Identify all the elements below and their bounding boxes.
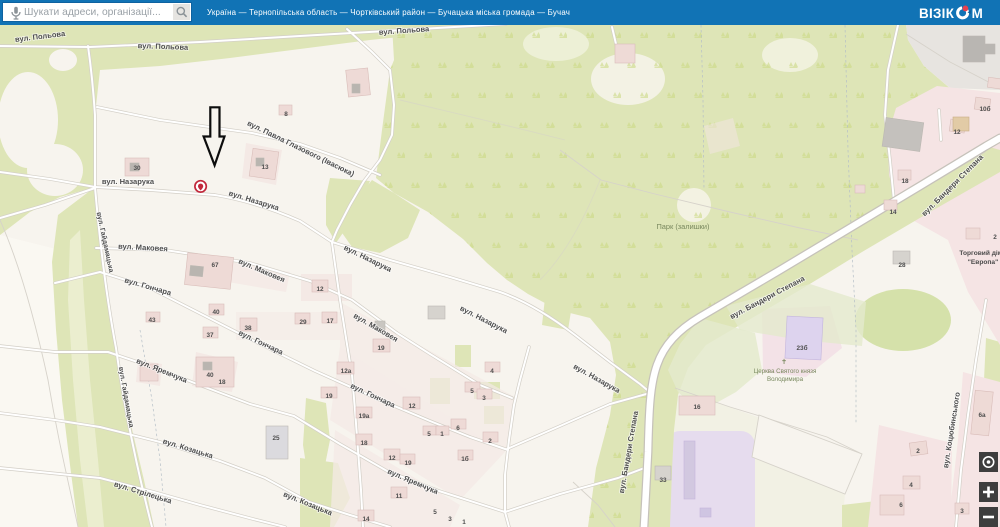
svg-text:2: 2	[488, 438, 492, 445]
svg-text:14: 14	[889, 209, 897, 216]
svg-text:ВІЗІК: ВІЗІК	[919, 6, 955, 21]
svg-text:2: 2	[993, 234, 997, 241]
svg-text:вул. Польова: вул. Польова	[138, 41, 190, 52]
svg-text:11: 11	[396, 493, 403, 500]
svg-text:1б: 1б	[461, 455, 469, 463]
svg-text:5: 5	[427, 431, 431, 438]
svg-text:вул. Назарука: вул. Назарука	[102, 177, 155, 186]
svg-text:5: 5	[470, 388, 474, 395]
svg-text:19а: 19а	[359, 413, 370, 420]
svg-text:10б: 10б	[979, 105, 990, 113]
svg-text:18: 18	[360, 440, 368, 447]
svg-text:6: 6	[899, 502, 903, 509]
svg-text:1: 1	[462, 519, 466, 526]
svg-text:8: 8	[284, 111, 288, 118]
svg-text:25: 25	[272, 435, 280, 442]
svg-text:3: 3	[482, 395, 486, 402]
svg-text:23б: 23б	[796, 344, 807, 352]
svg-text:4: 4	[490, 368, 494, 375]
svg-text:18: 18	[901, 178, 909, 185]
svg-text:12а: 12а	[341, 368, 352, 375]
svg-text:17: 17	[326, 318, 334, 325]
svg-text:33: 33	[659, 477, 667, 484]
svg-text:М: М	[972, 6, 983, 21]
svg-text:2: 2	[916, 448, 920, 455]
svg-text:Парк (залишки): Парк (залишки)	[657, 222, 710, 231]
svg-text:12: 12	[388, 455, 396, 462]
svg-text:37: 37	[206, 332, 214, 339]
svg-text:"Европа": "Европа"	[968, 259, 998, 266]
svg-text:5: 5	[433, 509, 437, 516]
svg-text:12: 12	[316, 286, 324, 293]
svg-text:6: 6	[456, 425, 460, 432]
svg-text:19: 19	[377, 345, 385, 352]
svg-text:Торговий дім: Торговий дім	[959, 249, 1000, 257]
svg-text:67: 67	[211, 262, 219, 269]
svg-text:6а: 6а	[978, 412, 986, 419]
svg-text:1: 1	[440, 431, 444, 438]
svg-text:4: 4	[909, 482, 913, 489]
svg-text:Володимира: Володимира	[767, 376, 804, 383]
svg-text:30: 30	[133, 165, 141, 172]
svg-text:12: 12	[953, 129, 961, 136]
svg-text:3: 3	[448, 516, 452, 523]
svg-text:12: 12	[408, 403, 416, 410]
svg-text:40: 40	[212, 309, 220, 316]
svg-text:29: 29	[299, 319, 307, 326]
svg-text:43: 43	[148, 317, 156, 324]
svg-text:13: 13	[261, 164, 269, 171]
svg-text:Церква Святого князя: Церква Святого князя	[754, 368, 817, 375]
svg-text:38: 38	[244, 325, 252, 332]
svg-text:✝: ✝	[781, 358, 787, 366]
svg-text:14: 14	[362, 516, 370, 523]
svg-text:19: 19	[404, 460, 412, 467]
svg-text:28: 28	[898, 262, 906, 269]
svg-text:3: 3	[960, 508, 964, 515]
svg-text:16: 16	[693, 404, 701, 411]
svg-text:19: 19	[325, 393, 333, 400]
svg-text:18: 18	[218, 379, 226, 386]
svg-text:40: 40	[206, 372, 214, 379]
